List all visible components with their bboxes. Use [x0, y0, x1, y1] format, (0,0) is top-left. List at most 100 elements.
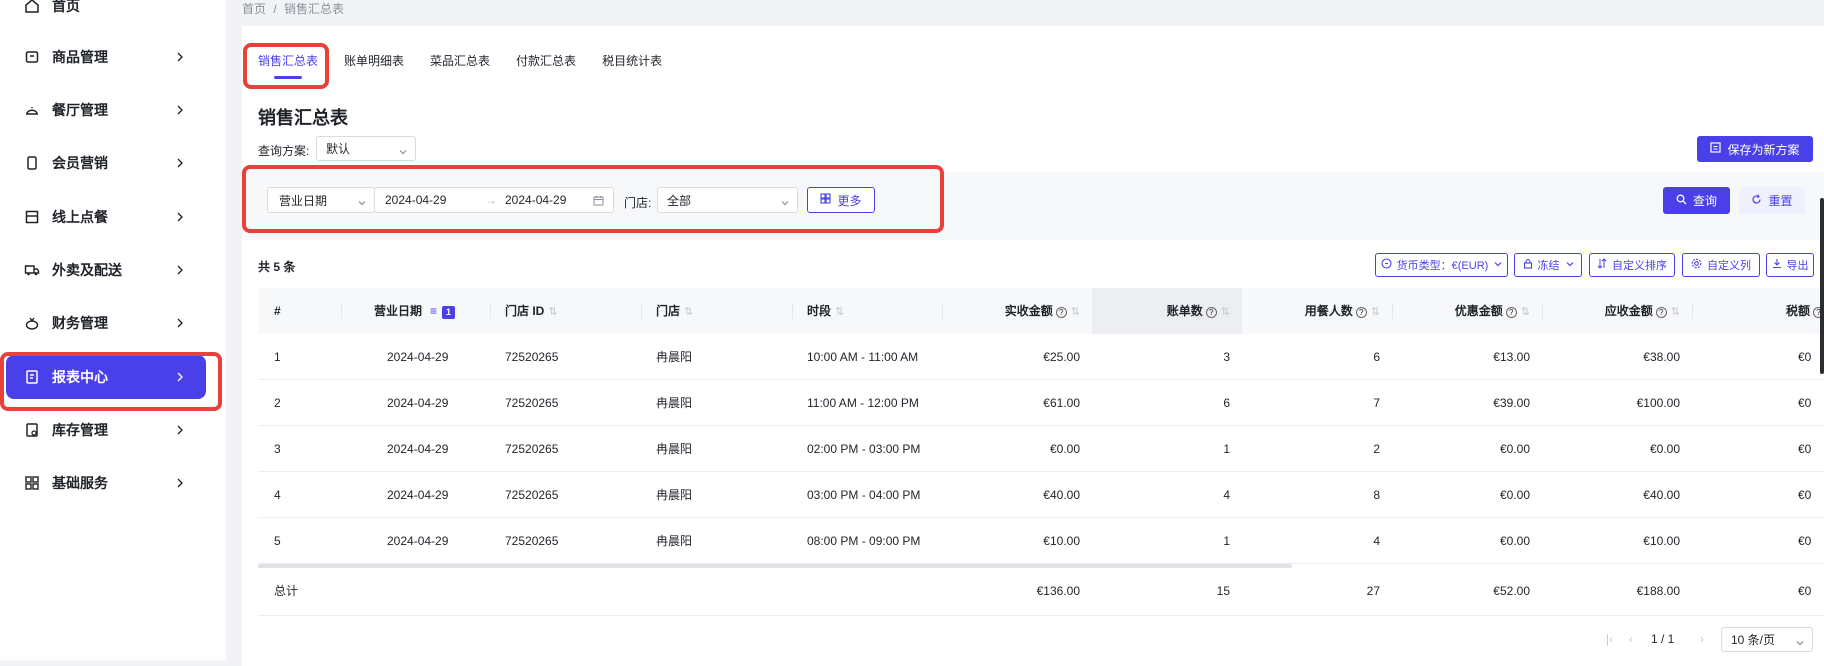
cell-diners: 8	[1373, 488, 1380, 502]
sidebar-item-label: 首页	[52, 0, 80, 14]
tab-bill-detail[interactable]: 账单明细表	[344, 52, 404, 69]
custom-columns-button[interactable]: 自定义列	[1682, 253, 1760, 277]
freeze-label: 冻结	[1537, 260, 1560, 272]
sort-icon[interactable]: ⇅	[1071, 306, 1080, 318]
chevron-right-icon	[172, 422, 188, 438]
help-icon[interactable]: ?	[1055, 307, 1067, 318]
chevron-right-icon	[172, 49, 188, 65]
save-scheme-button[interactable]: 保存为新方案	[1697, 136, 1813, 162]
table-header: # 营业日期 ≡ 1 门店 ID ⇅ 门店 ⇅ 时段 ⇅ 实收金额? ⇅ 账单数? ⇅ 用餐人…	[258, 288, 1824, 334]
sidebar-item-home[interactable]: 首页	[6, 0, 206, 28]
sidebar-item-delivery[interactable]: 外卖及配送	[6, 248, 206, 292]
sort-icon[interactable]: ⇅	[548, 306, 557, 318]
sidebar-item-basic-service[interactable]: 基础服务	[6, 461, 206, 505]
query-button[interactable]: 查询	[1663, 187, 1730, 214]
scheme-select[interactable]: 默认	[316, 136, 416, 161]
sidebar-item-online-order[interactable]: 线上点餐	[6, 195, 206, 239]
truck-icon	[24, 262, 40, 278]
chevron-down-icon	[1796, 636, 1804, 645]
sidebar-item-finance[interactable]: 财务管理	[6, 301, 206, 345]
th-store[interactable]: 门店 ⇅	[656, 288, 693, 334]
th-store-id-label: 门店 ID	[505, 304, 545, 318]
help-icon[interactable]: ?	[1205, 307, 1217, 318]
cell-total-receivable: €188.00	[1636, 584, 1680, 598]
store-label: 门店:	[624, 196, 652, 210]
cell-diners: 2	[1373, 442, 1380, 456]
cell-tax: €0	[1798, 488, 1812, 502]
cell-bills: 6	[1223, 396, 1230, 410]
next-page-button[interactable]: ›	[1700, 632, 1704, 646]
help-icon[interactable]: ?	[1655, 307, 1667, 318]
column-divider	[1692, 303, 1693, 319]
sidebar-item-label: 餐厅管理	[52, 102, 108, 118]
cell-paid: €25.00	[1043, 350, 1080, 364]
sort-icon[interactable]: ⇅	[1221, 306, 1230, 318]
cell-period: 10:00 AM - 11:00 AM	[807, 350, 919, 364]
inventory-icon	[24, 422, 40, 438]
cell-bills: 4	[1223, 488, 1230, 502]
first-page-button[interactable]: |‹	[1606, 632, 1613, 646]
export-button[interactable]: 导出	[1766, 253, 1814, 277]
tab-dish-summary[interactable]: 菜品汇总表	[430, 52, 490, 69]
date-range-picker[interactable]: 2024-04-29 → 2024-04-29	[374, 187, 614, 213]
chevron-down-icon	[399, 145, 407, 154]
filter-funnel-icon[interactable]: ≡	[430, 304, 437, 318]
table-row: 4 2024-04-29 72520265 冉晨阳 03:00 PM - 04:…	[258, 472, 1824, 518]
breadcrumb: 首页 / 销售汇总表	[242, 0, 344, 17]
cell-index: 1	[274, 350, 281, 364]
th-diners[interactable]: 用餐人数? ⇅	[1248, 288, 1380, 334]
sort-icon[interactable]: ⇅	[835, 306, 844, 318]
cell-diners: 7	[1373, 396, 1380, 410]
sort-icon[interactable]: ⇅	[1371, 306, 1380, 318]
th-receivable[interactable]: 应收金额? ⇅	[1548, 288, 1680, 334]
cell-date: 2024-04-29	[387, 488, 449, 502]
sidebar-item-reports[interactable]: 报表中心	[6, 355, 206, 399]
cell-diners: 6	[1373, 350, 1380, 364]
cell-bills: 1	[1223, 534, 1230, 548]
finance-icon	[24, 315, 40, 331]
help-icon[interactable]: ?	[1355, 307, 1367, 318]
sidebar-item-restaurant[interactable]: 餐厅管理	[6, 88, 206, 132]
tab-sales-summary[interactable]: 销售汇总表	[258, 52, 318, 79]
th-paid-amount[interactable]: 实收金额? ⇅	[948, 288, 1080, 334]
currency-select[interactable]: 货币类型：€(EUR)	[1375, 253, 1508, 277]
sidebar-item-label: 库存管理	[52, 422, 108, 438]
th-bill-count[interactable]: 账单数? ⇅	[1098, 288, 1230, 334]
custom-sort-button[interactable]: 自定义排序	[1589, 253, 1675, 277]
vertical-scrollbar[interactable]	[1820, 198, 1824, 374]
sidebar-item-inventory[interactable]: 库存管理	[6, 408, 206, 452]
gear-icon	[1691, 258, 1702, 272]
cell-period: 08:00 PM - 09:00 PM	[807, 534, 921, 548]
sort-icon[interactable]: ⇅	[684, 306, 693, 318]
freeze-button[interactable]: 冻结	[1514, 253, 1582, 277]
tab-tax-stats[interactable]: 税目统计表	[602, 52, 662, 69]
th-period[interactable]: 时段 ⇅	[807, 288, 844, 334]
end-date-input[interactable]: 2024-04-29	[505, 193, 566, 207]
store-value: 全部	[667, 193, 692, 208]
sort-icon[interactable]: ⇅	[1671, 306, 1680, 318]
report-tabs: 销售汇总表 账单明细表 菜品汇总表 付款汇总表 税目统计表	[258, 52, 688, 79]
cell-discount: €13.00	[1493, 350, 1530, 364]
sidebar-item-membership[interactable]: 会员营销	[6, 141, 206, 185]
cell-discount: €0.00	[1499, 488, 1530, 502]
sort-icon[interactable]: ⇅	[1521, 306, 1530, 318]
more-filters-button[interactable]: 更多	[807, 187, 875, 213]
cell-discount: €0.00	[1499, 442, 1530, 456]
date-type-select[interactable]: 营业日期	[267, 187, 375, 213]
page-size-select[interactable]: 10 条/页	[1721, 627, 1813, 652]
tab-payment-summary[interactable]: 付款汇总表	[516, 52, 576, 69]
custom-sort-label: 自定义排序	[1612, 260, 1667, 272]
reset-button[interactable]: 重置	[1739, 187, 1805, 214]
start-date-input[interactable]: 2024-04-29	[385, 193, 485, 207]
th-store-id[interactable]: 门店 ID ⇅	[505, 288, 558, 334]
sort-icon	[1597, 258, 1607, 272]
breadcrumb-home[interactable]: 首页	[242, 2, 266, 16]
th-business-date[interactable]: 营业日期 ≡ 1	[374, 288, 456, 334]
th-tax[interactable]: 税额?	[1722, 288, 1824, 334]
store-select[interactable]: 全部	[657, 187, 798, 213]
th-discount[interactable]: 优惠金额? ⇅	[1398, 288, 1530, 334]
sidebar-item-products[interactable]: 商品管理	[6, 35, 206, 79]
prev-page-button[interactable]: ‹	[1629, 632, 1633, 646]
help-icon[interactable]: ?	[1505, 307, 1517, 318]
page-size-value: 10 条/页	[1731, 633, 1776, 647]
